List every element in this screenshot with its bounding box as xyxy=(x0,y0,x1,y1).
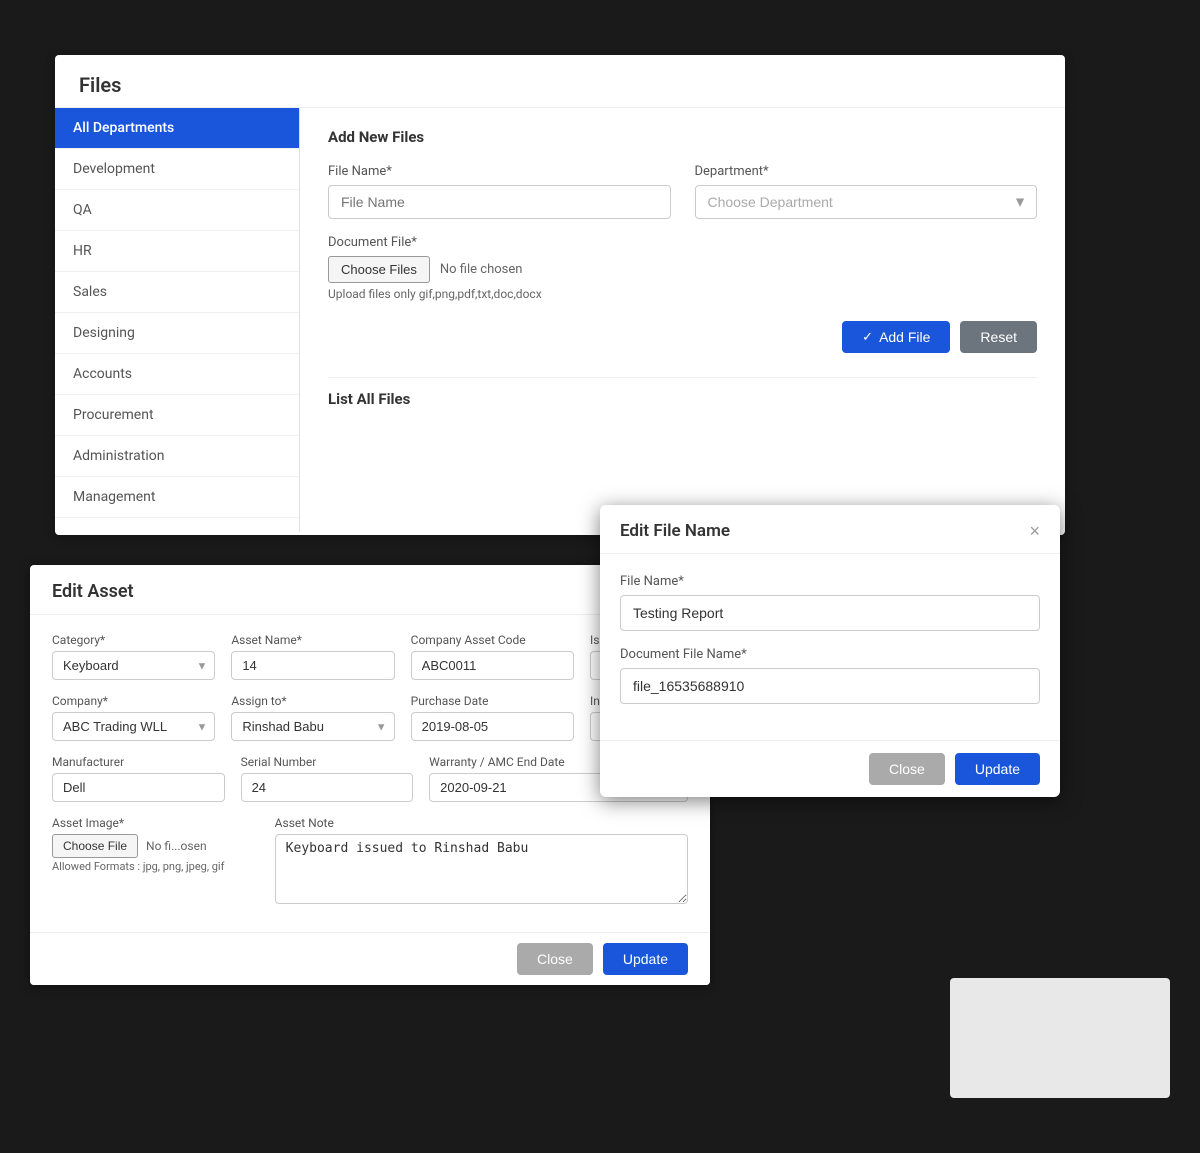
asset-image-label: Asset Image* xyxy=(52,816,259,830)
modal-doc-file-name-group: Document File Name* xyxy=(620,647,1040,704)
files-panel-header: Files xyxy=(55,55,1065,108)
file-name-input[interactable] xyxy=(328,185,671,219)
company-group: Company* ABC Trading WLL ▼ xyxy=(52,694,215,741)
modal-header: Edit File Name × xyxy=(600,505,1060,554)
sidebar-item-management[interactable]: Management xyxy=(55,477,299,518)
modal-doc-file-name-input[interactable] xyxy=(620,668,1040,704)
modal-close-button[interactable]: × xyxy=(1029,522,1040,540)
files-panel: Files All Departments Development QA HR … xyxy=(55,55,1065,535)
department-select-wrapper: Choose Department ▼ xyxy=(695,185,1038,219)
serial-number-group: Serial Number 24 xyxy=(241,755,414,802)
asset-row-3: Manufacturer Dell Serial Number 24 Warra… xyxy=(52,755,688,802)
assign-to-group: Assign to* Rinshad Babu ▼ xyxy=(231,694,394,741)
category-label: Category* xyxy=(52,633,215,647)
files-main-content: Add New Files File Name* Department* Cho… xyxy=(300,108,1065,532)
add-file-form-row1: File Name* Department* Choose Department… xyxy=(328,164,1037,219)
category-group: Category* Keyboard ▼ xyxy=(52,633,215,680)
list-all-section-title: List All Files xyxy=(328,377,1037,408)
file-name-group: File Name* xyxy=(328,164,671,219)
add-new-section-title: Add New Files xyxy=(328,128,1037,146)
sidebar-item-sales[interactable]: Sales xyxy=(55,272,299,313)
sidebar-item-designing[interactable]: Designing xyxy=(55,313,299,354)
sidebar-item-administration[interactable]: Administration xyxy=(55,436,299,477)
edit-filename-modal: Edit File Name × File Name* Document Fil… xyxy=(600,505,1060,797)
document-file-section: Document File* Choose Files No file chos… xyxy=(328,235,1037,301)
modal-close-footer-button[interactable]: Close xyxy=(869,753,945,785)
files-panel-body: All Departments Development QA HR Sales … xyxy=(55,108,1065,532)
asset-name-input[interactable]: 14 xyxy=(231,651,394,680)
modal-footer: Close Update xyxy=(600,740,1060,797)
edit-asset-title: Edit Asset xyxy=(52,581,688,602)
asset-file-row: Choose File No fi...osen xyxy=(52,834,259,858)
purchase-date-label: Purchase Date xyxy=(411,694,574,708)
manufacturer-input[interactable]: Dell xyxy=(52,773,225,802)
modal-file-name-label: File Name* xyxy=(620,574,1040,589)
asset-row-1: Category* Keyboard ▼ Asset Name* 14 Comp… xyxy=(52,633,688,680)
sidebar-item-procurement[interactable]: Procurement xyxy=(55,395,299,436)
modal-file-name-input[interactable] xyxy=(620,595,1040,631)
serial-number-label: Serial Number xyxy=(241,755,414,769)
asset-no-file-text: No fi...osen xyxy=(146,839,207,853)
serial-number-input[interactable]: 24 xyxy=(241,773,414,802)
file-name-label: File Name* xyxy=(328,164,671,179)
edit-asset-footer: Close Update xyxy=(30,932,710,985)
file-upload-hint: Upload files only gif,png,pdf,txt,doc,do… xyxy=(328,287,1037,301)
asset-row-4: Asset Image* Choose File No fi...osen Al… xyxy=(52,816,688,908)
department-select[interactable]: Choose Department xyxy=(695,185,1038,219)
edit-asset-close-button[interactable]: Close xyxy=(517,943,593,975)
department-group: Department* Choose Department ▼ xyxy=(695,164,1038,219)
company-select-wrapper: ABC Trading WLL ▼ xyxy=(52,712,215,741)
no-file-chosen-text: No file chosen xyxy=(440,262,523,277)
add-file-actions: ✓ Add File Reset xyxy=(328,321,1037,353)
assign-to-label: Assign to* xyxy=(231,694,394,708)
category-select-wrapper: Keyboard ▼ xyxy=(52,651,215,680)
assign-to-select-wrapper: Rinshad Babu ▼ xyxy=(231,712,394,741)
company-asset-code-input[interactable]: ABC0011 xyxy=(411,651,574,680)
asset-name-group: Asset Name* 14 xyxy=(231,633,394,680)
purchase-date-group: Purchase Date 2019-08-05 xyxy=(411,694,574,741)
asset-file-hint: Allowed Formats : jpg, png, jpeg, gif xyxy=(52,860,259,873)
company-label: Company* xyxy=(52,694,215,708)
asset-note-group: Asset Note Keyboard issued to Rinshad Ba… xyxy=(275,816,688,908)
choose-files-button[interactable]: Choose Files xyxy=(328,256,430,283)
manufacturer-label: Manufacturer xyxy=(52,755,225,769)
manufacturer-group: Manufacturer Dell xyxy=(52,755,225,802)
company-asset-code-group: Company Asset Code ABC0011 xyxy=(411,633,574,680)
asset-choose-file-button[interactable]: Choose File xyxy=(52,834,138,858)
edit-asset-update-button[interactable]: Update xyxy=(603,943,688,975)
sidebar-item-all-departments[interactable]: All Departments xyxy=(55,108,299,149)
asset-note-label: Asset Note xyxy=(275,816,688,830)
modal-title: Edit File Name xyxy=(620,521,730,541)
company-select[interactable]: ABC Trading WLL xyxy=(52,712,215,741)
sidebar-item-qa[interactable]: QA xyxy=(55,190,299,231)
asset-note-textarea[interactable]: Keyboard issued to Rinshad Babu xyxy=(275,834,688,904)
purchase-date-input[interactable]: 2019-08-05 xyxy=(411,712,574,741)
sidebar-item-accounts[interactable]: Accounts xyxy=(55,354,299,395)
document-file-label: Document File* xyxy=(328,235,1037,250)
category-select[interactable]: Keyboard xyxy=(52,651,215,680)
company-asset-code-label: Company Asset Code xyxy=(411,633,574,647)
sidebar-item-development[interactable]: Development xyxy=(55,149,299,190)
asset-image-group: Asset Image* Choose File No fi...osen Al… xyxy=(52,816,259,908)
modal-doc-file-name-label: Document File Name* xyxy=(620,647,1040,662)
modal-body: File Name* Document File Name* xyxy=(600,554,1060,740)
gray-decorative-panel xyxy=(950,978,1170,1098)
sidebar-item-hr[interactable]: HR xyxy=(55,231,299,272)
modal-file-name-group: File Name* xyxy=(620,574,1040,631)
checkmark-icon: ✓ xyxy=(862,329,873,345)
reset-button[interactable]: Reset xyxy=(960,321,1037,353)
files-sidebar: All Departments Development QA HR Sales … xyxy=(55,108,300,532)
asset-name-label: Asset Name* xyxy=(231,633,394,647)
assign-to-select[interactable]: Rinshad Babu xyxy=(231,712,394,741)
department-label: Department* xyxy=(695,164,1038,179)
asset-row-2: Company* ABC Trading WLL ▼ Assign to* Ri… xyxy=(52,694,688,741)
add-file-button[interactable]: ✓ Add File xyxy=(842,321,950,353)
files-panel-title: Files xyxy=(79,73,1041,97)
file-upload-row: Choose Files No file chosen xyxy=(328,256,1037,283)
modal-update-button[interactable]: Update xyxy=(955,753,1040,785)
